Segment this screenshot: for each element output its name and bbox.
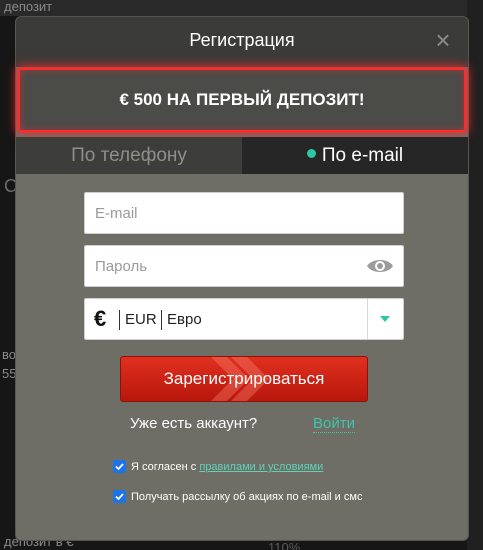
tab-by-email[interactable]: По e-mail xyxy=(242,137,468,174)
modal-header: Регистрация × xyxy=(16,17,468,67)
background-text: 110% xyxy=(268,540,301,550)
checkmark-icon xyxy=(115,463,124,471)
currency-name: Евро xyxy=(167,311,202,328)
registration-modal: Регистрация × € 500 НА ПЕРВЫЙ ДЕПОЗИТ! П… xyxy=(16,17,468,540)
modal-title: Регистрация xyxy=(189,30,295,50)
euro-icon: € xyxy=(94,306,107,331)
close-icon[interactable]: × xyxy=(432,27,454,53)
terms-label: Я согласен с правилами и условиями xyxy=(131,459,323,475)
divider xyxy=(367,299,368,339)
active-dot-icon xyxy=(306,149,316,159)
register-label: Зарегистрироваться xyxy=(163,369,325,388)
terms-checkbox-row: Я согласен с правилами и условиями xyxy=(113,459,373,475)
divider xyxy=(161,310,162,330)
register-button[interactable]: Зарегистрироваться xyxy=(120,356,368,402)
background-text: 55 xyxy=(2,366,17,381)
login-link[interactable]: Войти xyxy=(313,415,355,433)
tab-by-phone[interactable]: По телефону xyxy=(16,137,242,174)
newsletter-checkbox[interactable] xyxy=(113,490,126,503)
currency-select[interactable]: € EUR Евро xyxy=(84,298,404,340)
tab-label: По телефону xyxy=(71,145,187,166)
terms-checkbox[interactable] xyxy=(113,460,126,473)
terms-text: Я согласен с xyxy=(131,461,200,473)
background-text: во xyxy=(2,347,16,362)
password-input[interactable] xyxy=(85,246,403,286)
email-field xyxy=(84,192,404,234)
registration-tabs: По телефону По e-mail xyxy=(16,137,468,174)
newsletter-checkbox-row: Получать рассылку об акциях по e-mail и … xyxy=(113,489,373,523)
background-header-strip xyxy=(0,0,483,16)
login-question: Уже есть аккаунт? xyxy=(130,415,258,432)
chevron-down-icon[interactable] xyxy=(379,315,391,323)
login-row: Уже есть аккаунт? Войти xyxy=(16,413,468,437)
terms-link[interactable]: правилами и условиями xyxy=(199,461,323,473)
background-text: депозит xyxy=(4,0,53,14)
promo-text: € 500 НА ПЕРВЫЙ ДЕПОЗИТ! xyxy=(119,90,365,109)
eye-icon[interactable] xyxy=(365,256,395,276)
promo-banner: € 500 НА ПЕРВЫЙ ДЕПОЗИТ! xyxy=(18,68,466,132)
checkmark-icon xyxy=(115,493,124,501)
divider xyxy=(119,310,120,330)
tab-label: По e-mail xyxy=(321,145,404,166)
email-input[interactable] xyxy=(85,193,403,233)
background-right-column xyxy=(467,0,483,550)
password-field xyxy=(84,245,404,287)
newsletter-label: Получать рассылку об акциях по e-mail и … xyxy=(131,491,363,503)
currency-code: EUR xyxy=(125,311,157,328)
